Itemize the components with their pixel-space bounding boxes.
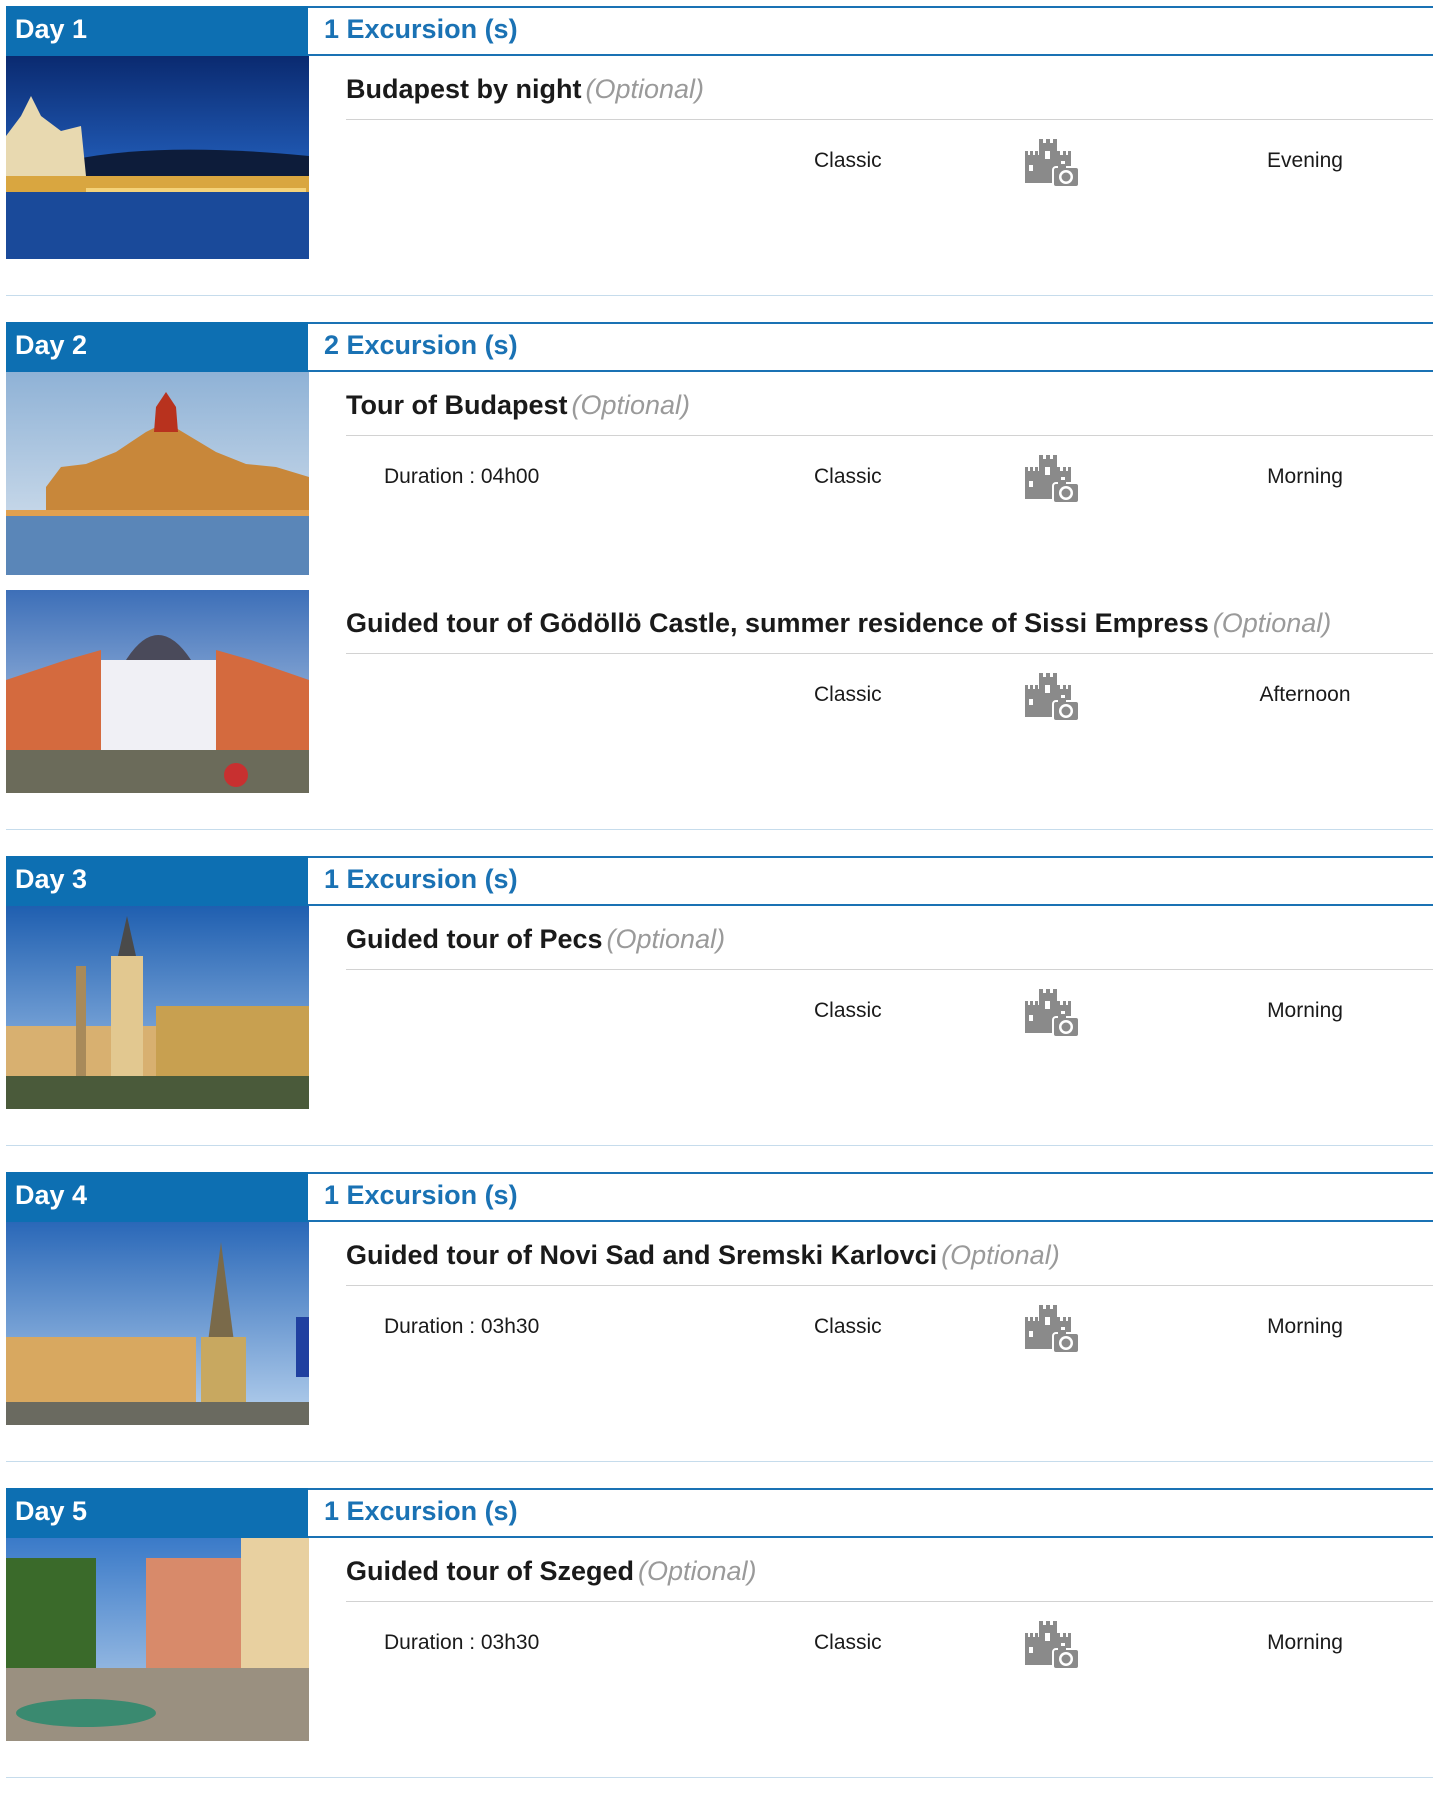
- level-label: Classic: [814, 999, 882, 1022]
- excursion-meta: Classic Afternoon: [346, 654, 1433, 740]
- excursion-title[interactable]: Guided tour of Szeged: [346, 1556, 634, 1586]
- day-header: Day 11 Excursion (s): [6, 6, 1433, 56]
- level-label: Classic: [814, 683, 882, 706]
- excursion-count: 1 Excursion (s): [308, 1172, 1433, 1222]
- day-label: Day 4: [6, 1172, 308, 1222]
- excursion-meta: Classic Morning: [346, 970, 1433, 1056]
- excursion-details: Budapest by night (Optional) Classic Evenin…: [309, 56, 1433, 259]
- day-header: Day 51 Excursion (s): [6, 1488, 1433, 1538]
- duration-label: Duration : 03h30: [384, 1315, 540, 1338]
- excursion-meta: Classic Evening: [346, 120, 1433, 206]
- day-label: Day 1: [6, 6, 308, 56]
- castle-camera-icon: [1023, 987, 1081, 1041]
- day-header: Day 41 Excursion (s): [6, 1172, 1433, 1222]
- excursion-photo[interactable]: [6, 1222, 309, 1425]
- day-section: Day 11 Excursion (s) Budapest by night (Op…: [6, 6, 1433, 296]
- excursion-item[interactable]: Guided tour of Novi Sad and Sremski Karl…: [6, 1222, 1433, 1425]
- excursion-details: Guided tour of Szeged (Optional) Duration …: [309, 1538, 1433, 1741]
- excursion-title-row: Guided tour of Pecs (Optional): [346, 906, 1433, 970]
- optional-tag: (Optional): [571, 390, 691, 420]
- excursion-photo[interactable]: [6, 906, 309, 1109]
- duration-label: Duration : 04h00: [384, 465, 540, 488]
- excursion-meta: Duration : 03h30 Classic Morning: [346, 1602, 1433, 1688]
- excursion-details: Guided tour of Gödöllö Castle, summer re…: [309, 590, 1433, 793]
- excursion-item[interactable]: Guided tour of Szeged (Optional) Duration …: [6, 1538, 1433, 1741]
- excursion-title-row: Guided tour of Gödöllö Castle, summer re…: [346, 590, 1433, 654]
- optional-tag: (Optional): [638, 1556, 757, 1586]
- excursion-count: 1 Excursion (s): [308, 1488, 1433, 1538]
- optional-tag: (Optional): [585, 74, 705, 104]
- excursion-item[interactable]: Tour of Budapest (Optional) Duration : 04h…: [6, 372, 1433, 575]
- excursion-meta: Duration : 03h30 Classic Morning: [346, 1286, 1433, 1372]
- level-label: Classic: [814, 149, 882, 172]
- excursion-details: Guided tour of Novi Sad and Sremski Karl…: [309, 1222, 1433, 1425]
- excursion-photo[interactable]: [6, 590, 309, 793]
- optional-tag: (Optional): [941, 1240, 1060, 1270]
- duration-label: Duration : 03h30: [384, 1631, 540, 1654]
- optional-tag: (Optional): [606, 924, 726, 954]
- day-divider: [6, 1777, 1433, 1778]
- itinerary-list: Day 11 Excursion (s) Budapest by night (Op…: [6, 6, 1433, 1804]
- excursion-title[interactable]: Budapest by night: [346, 74, 582, 104]
- excursion-title-row: Guided tour of Novi Sad and Sremski Karl…: [346, 1222, 1433, 1286]
- day-section: Day 22 Excursion (s) Tour of Budapest (Opt…: [6, 322, 1433, 830]
- excursion-photo[interactable]: [6, 1538, 309, 1741]
- day-divider: [6, 829, 1433, 830]
- excursion-title[interactable]: Guided tour of Gödöllö Castle, summer re…: [346, 608, 1209, 638]
- castle-camera-icon: [1023, 671, 1081, 725]
- time-of-day-label: Morning: [1267, 1315, 1343, 1338]
- day-divider: [6, 1461, 1433, 1462]
- excursion-title-row: Guided tour of Szeged (Optional): [346, 1538, 1433, 1602]
- time-of-day-label: Morning: [1267, 1631, 1343, 1654]
- day-divider: [6, 1145, 1433, 1146]
- castle-camera-icon: [1023, 453, 1081, 507]
- excursion-title[interactable]: Guided tour of Novi Sad and Sremski Karl…: [346, 1240, 937, 1270]
- level-label: Classic: [814, 1315, 882, 1338]
- excursion-title[interactable]: Guided tour of Pecs: [346, 924, 603, 954]
- day-label: Day 5: [6, 1488, 308, 1538]
- excursion-title[interactable]: Tour of Budapest: [346, 390, 567, 420]
- level-label: Classic: [814, 1631, 882, 1654]
- excursion-details: Tour of Budapest (Optional) Duration : 04h…: [309, 372, 1433, 575]
- day-section: Day 41 Excursion (s) Guided tour of Novi …: [6, 1172, 1433, 1462]
- castle-camera-icon: [1023, 1619, 1081, 1673]
- excursion-item[interactable]: Budapest by night (Optional) Classic Evenin…: [6, 56, 1433, 259]
- level-label: Classic: [814, 465, 882, 488]
- day-label: Day 2: [6, 322, 308, 372]
- castle-camera-icon: [1023, 1303, 1081, 1357]
- excursion-item[interactable]: Guided tour of Gödöllö Castle, summer re…: [6, 590, 1433, 793]
- excursion-count: 2 Excursion (s): [308, 322, 1433, 372]
- day-label: Day 3: [6, 856, 308, 906]
- excursion-title-row: Tour of Budapest (Optional): [346, 372, 1433, 436]
- day-header: Day 22 Excursion (s): [6, 322, 1433, 372]
- castle-camera-icon: [1023, 137, 1081, 191]
- optional-tag: (Optional): [1212, 608, 1332, 638]
- excursion-count: 1 Excursion (s): [308, 6, 1433, 56]
- time-of-day-label: Evening: [1267, 149, 1343, 172]
- day-divider: [6, 295, 1433, 296]
- excursion-details: Guided tour of Pecs (Optional) Classic Morn…: [309, 906, 1433, 1109]
- excursion-photo[interactable]: [6, 56, 309, 259]
- excursion-title-row: Budapest by night (Optional): [346, 56, 1433, 120]
- excursion-meta: Duration : 04h00 Classic Morning: [346, 436, 1433, 522]
- excursion-item[interactable]: Guided tour of Pecs (Optional) Classic Morn…: [6, 906, 1433, 1109]
- time-of-day-label: Morning: [1267, 465, 1343, 488]
- time-of-day-label: Morning: [1267, 999, 1343, 1022]
- excursion-photo[interactable]: [6, 372, 309, 575]
- excursion-count: 1 Excursion (s): [308, 856, 1433, 906]
- time-of-day-label: Afternoon: [1259, 683, 1351, 706]
- day-section: Day 51 Excursion (s) Guided tour of Szege…: [6, 1488, 1433, 1778]
- day-header: Day 31 Excursion (s): [6, 856, 1433, 906]
- day-section: Day 31 Excursion (s) Guided tour of Pecs(…: [6, 856, 1433, 1146]
